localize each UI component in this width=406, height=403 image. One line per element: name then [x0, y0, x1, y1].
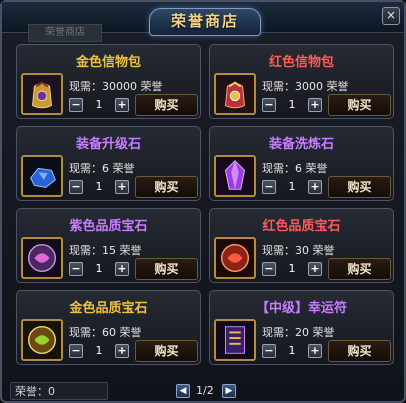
item-name: 紫色品质宝石 [69, 219, 148, 234]
luck-charm-icon[interactable] [214, 319, 256, 361]
shop-item-card: 金色品质宝石 现需：60 荣誉 − 1 + 购买 [16, 290, 201, 365]
honor-shop-window: 荣誉商店 荣誉商店 × 金色信物包 现需：30000 荣誉 − 1 + 购买 红… [0, 0, 406, 403]
increase-quantity-button[interactable]: + [115, 344, 129, 358]
purple-gem-icon[interactable] [21, 237, 63, 279]
decrease-quantity-button[interactable]: − [262, 180, 276, 194]
buy-button[interactable]: 购买 [328, 176, 391, 198]
item-price: 现需：6 荣誉 [262, 162, 328, 175]
quantity-value[interactable]: 1 [87, 98, 111, 112]
quantity-value[interactable]: 1 [280, 98, 304, 112]
increase-quantity-button[interactable]: + [308, 344, 322, 358]
item-name: 金色品质宝石 [69, 301, 148, 316]
quantity-value[interactable]: 1 [280, 344, 304, 358]
shop-item-card: 红色信物包 现需：3000 荣誉 − 1 + 购买 [209, 44, 394, 119]
buy-button[interactable]: 购买 [135, 340, 198, 362]
red-token-pack-icon[interactable] [214, 73, 256, 115]
blue-upgrade-stone-icon[interactable] [21, 155, 63, 197]
quantity-value[interactable]: 1 [87, 262, 111, 276]
quantity-value[interactable]: 1 [87, 344, 111, 358]
increase-quantity-button[interactable]: + [308, 98, 322, 112]
buy-button[interactable]: 购买 [328, 258, 391, 280]
buy-button[interactable]: 购买 [328, 94, 391, 116]
red-gem-icon[interactable] [214, 237, 256, 279]
quantity-value[interactable]: 1 [280, 180, 304, 194]
increase-quantity-button[interactable]: + [115, 180, 129, 194]
buy-button[interactable]: 购买 [135, 176, 198, 198]
title-bar: 荣誉商店 荣誉商店 × [2, 2, 404, 42]
decrease-quantity-button[interactable]: − [69, 180, 83, 194]
shop-item-card: 紫色品质宝石 现需：15 荣誉 − 1 + 购买 [16, 208, 201, 283]
increase-quantity-button[interactable]: + [308, 262, 322, 276]
gold-token-pack-icon[interactable] [21, 73, 63, 115]
item-name: 装备升级石 [75, 137, 141, 152]
decrease-quantity-button[interactable]: − [69, 344, 83, 358]
background-tab: 荣誉商店 [28, 24, 102, 42]
decrease-quantity-button[interactable]: − [262, 262, 276, 276]
increase-quantity-button[interactable]: + [308, 180, 322, 194]
quantity-value[interactable]: 1 [280, 262, 304, 276]
shop-item-card: 装备升级石 现需：6 荣誉 − 1 + 购买 [16, 126, 201, 201]
item-price: 现需：30000 荣誉 [69, 80, 163, 93]
close-button[interactable]: × [382, 7, 400, 25]
honor-balance: 荣誉：0 [10, 382, 108, 400]
decrease-quantity-button[interactable]: − [262, 98, 276, 112]
increase-quantity-button[interactable]: + [115, 98, 129, 112]
shop-item-card: 金色信物包 现需：30000 荣誉 − 1 + 购买 [16, 44, 201, 119]
item-name: 金色信物包 [75, 55, 141, 70]
decrease-quantity-button[interactable]: − [69, 98, 83, 112]
decrease-quantity-button[interactable]: − [69, 262, 83, 276]
quantity-value[interactable]: 1 [87, 180, 111, 194]
buy-button[interactable]: 购买 [328, 340, 391, 362]
shop-item-card: 【中级】幸运符 现需：20 荣誉 − 1 + 购买 [209, 290, 394, 365]
item-price: 现需：30 荣誉 [262, 244, 335, 257]
footer-bar: 荣誉：0 ◀ 1/2 ▶ [2, 374, 404, 402]
next-page-button[interactable]: ▶ [222, 384, 236, 398]
item-name: 装备洗炼石 [268, 137, 334, 152]
increase-quantity-button[interactable]: + [115, 262, 129, 276]
decrease-quantity-button[interactable]: − [262, 344, 276, 358]
item-name: 红色品质宝石 [262, 219, 341, 234]
item-name: 【中级】幸运符 [255, 301, 347, 316]
item-price: 现需：6 荣誉 [69, 162, 135, 175]
gold-gem-icon[interactable] [21, 319, 63, 361]
shop-item-card: 装备洗炼石 现需：6 荣誉 − 1 + 购买 [209, 126, 394, 201]
purple-refine-crystal-icon[interactable] [214, 155, 256, 197]
item-price: 现需：20 荣誉 [262, 326, 335, 339]
window-title: 荣誉商店 [149, 8, 261, 36]
item-price: 现需：3000 荣誉 [262, 80, 349, 93]
page-indicator: 1/2 [196, 384, 214, 397]
item-price: 现需：15 荣誉 [69, 244, 142, 257]
prev-page-button[interactable]: ◀ [176, 384, 190, 398]
shop-item-card: 红色品质宝石 现需：30 荣誉 − 1 + 购买 [209, 208, 394, 283]
buy-button[interactable]: 购买 [135, 94, 198, 116]
item-name: 红色信物包 [268, 55, 334, 70]
buy-button[interactable]: 购买 [135, 258, 198, 280]
item-price: 现需：60 荣誉 [69, 326, 142, 339]
